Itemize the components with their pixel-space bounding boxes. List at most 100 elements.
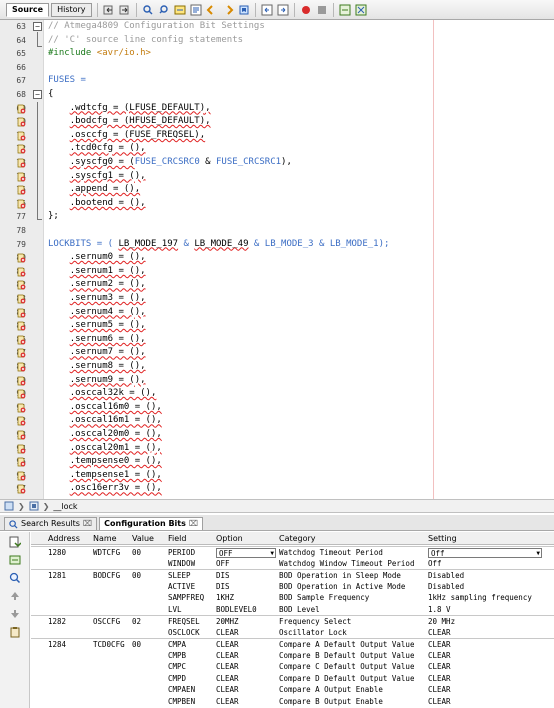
- column-header-value[interactable]: Value: [132, 532, 154, 545]
- breadcrumb-symbol[interactable]: __lock: [53, 502, 77, 511]
- code-line[interactable]: 75 .append = (),: [0, 183, 554, 197]
- error-annotation-icon[interactable]: [16, 348, 26, 358]
- error-annotation-icon[interactable]: [16, 430, 26, 440]
- stop-macro-icon[interactable]: [316, 4, 328, 16]
- cell-option[interactable]: 1KHZ: [216, 592, 234, 604]
- fold-toggle[interactable]: −: [33, 22, 42, 31]
- up-icon[interactable]: [9, 590, 21, 602]
- table-row[interactable]: OSCLOCK CLEAR Oscillator Lock CLEAR: [31, 627, 554, 639]
- error-annotation-icon[interactable]: [16, 376, 26, 386]
- comment-icon[interactable]: [339, 4, 351, 16]
- search-icon[interactable]: [9, 572, 21, 584]
- prev-bookmark-icon[interactable]: [206, 4, 218, 16]
- code-line[interactable]: 85 .sernum5 = (),: [0, 319, 554, 333]
- code-line[interactable]: 89 .sernum9 = (),: [0, 374, 554, 388]
- error-annotation-icon[interactable]: [16, 444, 26, 454]
- code-line[interactable]: 82 .sernum2 = (),: [0, 278, 554, 292]
- error-annotation-icon[interactable]: [16, 416, 26, 426]
- table-row[interactable]: SAMPFREQ 1KHZ BOD Sample Frequency 1kHz sam…: [31, 592, 554, 604]
- toggle-bookmark-icon[interactable]: [238, 4, 250, 16]
- tab-configuration-bits[interactable]: Configuration Bits ⌧: [99, 517, 204, 530]
- table-row[interactable]: CMPD CLEAR Compare D Default Output Value C…: [31, 673, 554, 685]
- error-annotation-icon[interactable]: [16, 321, 26, 331]
- error-annotation-icon[interactable]: [16, 104, 26, 114]
- table-row[interactable]: LVL BODLEVEL0 BOD Level 1.8 V: [31, 604, 554, 616]
- code-line[interactable]: 96 .tempsense1 = (),: [0, 469, 554, 483]
- error-annotation-icon[interactable]: [16, 457, 26, 467]
- code-line[interactable]: 86 .sernum6 = (),: [0, 333, 554, 347]
- tab-source[interactable]: Source: [6, 2, 50, 17]
- table-row[interactable]: 1284 TCD0CFG 00 CMPA CLEAR Compare A Default …: [31, 638, 554, 650]
- code-line[interactable]: 76 .bootend = (),: [0, 197, 554, 211]
- error-annotation-icon[interactable]: [16, 144, 26, 154]
- error-annotation-icon[interactable]: [16, 253, 26, 263]
- table-row[interactable]: CMPC CLEAR Compare C Default Output Value C…: [31, 661, 554, 673]
- error-annotation-icon[interactable]: [16, 484, 26, 494]
- code-line[interactable]: 83 .sernum3 = (),: [0, 292, 554, 306]
- column-header-option[interactable]: Option: [216, 532, 243, 545]
- code-line[interactable]: 87 .sernum7 = (),: [0, 346, 554, 360]
- error-annotation-icon[interactable]: [16, 389, 26, 399]
- error-annotation-icon[interactable]: [16, 172, 26, 182]
- close-icon[interactable]: ⌧: [83, 518, 92, 530]
- code-line[interactable]: 69 .wdtcfg = (LFUSE_DEFAULT),: [0, 102, 554, 116]
- code-line[interactable]: 72 .tcd0cfg = (),: [0, 142, 554, 156]
- generate-source-icon[interactable]: [9, 536, 22, 548]
- toggle-highlight-icon[interactable]: [174, 4, 186, 16]
- table-row[interactable]: 1280 WDTCFG 00 PERIOD OFF ▼ Watchdog Timeout P…: [31, 546, 554, 558]
- code-line[interactable]: 66: [0, 61, 554, 75]
- error-annotation-icon[interactable]: [16, 403, 26, 413]
- error-annotation-icon[interactable]: [16, 131, 26, 141]
- tab-history[interactable]: History: [51, 2, 92, 17]
- code-line[interactable]: 84 .sernum4 = (),: [0, 306, 554, 320]
- tab-search-results[interactable]: Search Results ⌧: [4, 517, 98, 530]
- code-line[interactable]: 71 .osccfg = (FUSE_FREQSEL),: [0, 129, 554, 143]
- find-prev-icon[interactable]: [142, 4, 154, 16]
- table-row[interactable]: 1282 OSCCFG 02 FREQSEL 20MHZ Frequency Select…: [31, 615, 554, 627]
- find-selection-icon[interactable]: [190, 4, 202, 16]
- shift-right-icon[interactable]: [277, 4, 289, 16]
- code-line[interactable]: 93 .osccal20m0 = (),: [0, 428, 554, 442]
- column-header-address[interactable]: Address: [48, 532, 80, 545]
- code-line[interactable]: 91 .osccal16m0 = (),: [0, 401, 554, 415]
- code-line[interactable]: 74 .syscfg1 = (),: [0, 170, 554, 184]
- code-line[interactable]: 68−{: [0, 88, 554, 102]
- code-line[interactable]: 78: [0, 224, 554, 238]
- shift-left-icon[interactable]: [261, 4, 273, 16]
- cell-option[interactable]: OFF ▼: [216, 548, 276, 558]
- forward-icon[interactable]: [119, 4, 131, 16]
- code-line[interactable]: 95 .tempsense0 = (),: [0, 455, 554, 469]
- code-line[interactable]: 97 .osc16err3v = (),: [0, 482, 554, 496]
- record-macro-icon[interactable]: [300, 4, 312, 16]
- cell-option[interactable]: DIS: [216, 581, 230, 593]
- code-line[interactable]: 64 // 'C' source line config statements: [0, 34, 554, 48]
- column-header-name[interactable]: Name: [93, 532, 117, 545]
- cell-option[interactable]: BODLEVEL0: [216, 604, 257, 616]
- down-icon[interactable]: [9, 608, 21, 620]
- code-line[interactable]: 92 .osccal16m1 = (),: [0, 414, 554, 428]
- table-row[interactable]: 1281 BODCFG 00 SLEEP DIS BOD Operation in Sle…: [31, 569, 554, 581]
- column-header-field[interactable]: Field: [168, 532, 186, 545]
- code-line[interactable]: 90 .osccal32k = (),: [0, 387, 554, 401]
- code-line[interactable]: 70 .bodcfg = (HFUSE_DEFAULT),: [0, 115, 554, 129]
- cell-option[interactable]: OFF: [216, 558, 230, 570]
- cell-setting[interactable]: Off ▼: [428, 548, 542, 558]
- code-editor[interactable]: 63−// Atmega4809 Configuration Bit Setti…: [0, 20, 554, 499]
- cell-option[interactable]: CLEAR: [216, 696, 239, 708]
- column-header-setting[interactable]: Setting: [428, 532, 457, 545]
- uncomment-icon[interactable]: [355, 4, 367, 16]
- table-row[interactable]: CMPB CLEAR Compare B Default Output Value C…: [31, 650, 554, 662]
- find-next-icon[interactable]: [158, 4, 170, 16]
- code-line[interactable]: 79 LOCKBITS = ( LB_MODE_197 & LB_MODE_49 …: [0, 238, 554, 252]
- code-line[interactable]: 65 #include <avr/io.h>: [0, 47, 554, 61]
- code-line[interactable]: 63−// Atmega4809 Configuration Bit Setti…: [0, 20, 554, 34]
- next-bookmark-icon[interactable]: [222, 4, 234, 16]
- error-annotation-icon[interactable]: [16, 294, 26, 304]
- error-annotation-icon[interactable]: [16, 362, 26, 372]
- code-line[interactable]: 88 .sernum8 = (),: [0, 360, 554, 374]
- error-annotation-icon[interactable]: [16, 158, 26, 168]
- code-line[interactable]: 73 .syscfg0 = (FUSE_CRCSRC0 & FUSE_CRCSR…: [0, 156, 554, 170]
- error-annotation-icon[interactable]: [16, 335, 26, 345]
- code-line[interactable]: 77};: [0, 210, 554, 224]
- read-config-icon[interactable]: [9, 554, 21, 566]
